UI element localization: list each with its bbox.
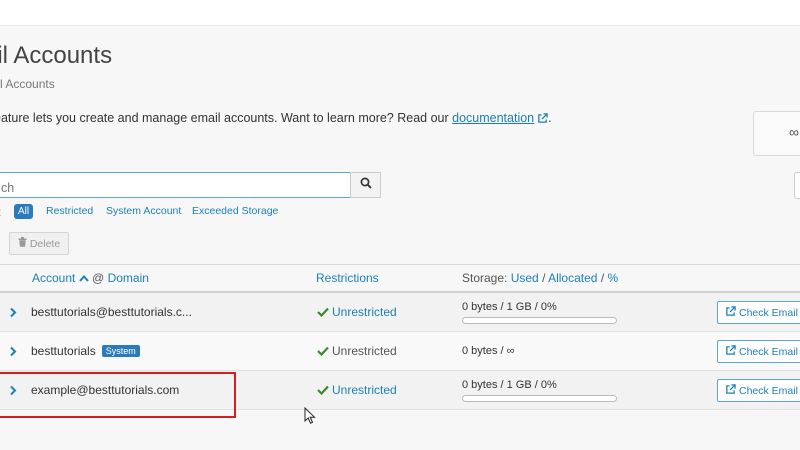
check-email-button[interactable]: Check Email [717, 340, 800, 363]
check-email-label: Check Email [739, 306, 798, 319]
storage-progress-bar [462, 395, 617, 402]
check-email-label: Check Email [739, 384, 798, 397]
restriction-link[interactable]: Unrestricted [332, 305, 397, 319]
restriction-status[interactable]: Unrestricted [317, 383, 397, 398]
system-badge: System [101, 345, 140, 357]
filter-label: : [0, 205, 1, 219]
external-link-icon [725, 305, 736, 320]
highlight-box [0, 372, 236, 418]
search-icon [360, 176, 372, 194]
account-name-text: besttutorials [31, 344, 96, 358]
account-name: besttutorials@besttutorials.c... [31, 305, 192, 319]
storage-percent-link[interactable]: % [608, 271, 619, 285]
storage-value: 0 bytes / 1 GB / 0% [462, 301, 557, 313]
page-description: eature lets you create and manage email … [0, 111, 552, 127]
restriction-status: Unrestricted [317, 344, 397, 359]
filter-system-account[interactable]: System Account [106, 205, 181, 217]
restriction-text: Unrestricted [332, 344, 397, 358]
account-sort-link[interactable]: Account [32, 271, 75, 285]
account-name: besttutorials System [31, 344, 140, 358]
top-bar [0, 0, 800, 26]
check-email-button[interactable]: Check Email [717, 379, 800, 402]
check-icon [317, 345, 329, 359]
column-storage: Storage: Used / Allocated / % [462, 271, 618, 285]
cursor-icon [304, 406, 316, 430]
check-icon [317, 384, 329, 398]
description-text: eature lets you create and manage email … [0, 111, 453, 125]
storage-progress-bar [462, 317, 617, 324]
storage-used-link[interactable]: Used [511, 271, 539, 285]
column-restrictions[interactable]: Restrictions [316, 271, 379, 285]
table-row: besttutorials System Unrestricted 0 bytes… [0, 332, 800, 371]
description-suffix: . [548, 111, 552, 125]
side-control[interactable] [794, 172, 800, 199]
domain-sort-link[interactable]: Domain [108, 271, 149, 285]
search-input[interactable] [0, 172, 351, 198]
table-header: Account @ Domain Restrictions Storage: U… [0, 264, 800, 293]
external-link-icon [725, 344, 736, 359]
trash-icon [18, 237, 27, 250]
stats-card[interactable]: ∞ [753, 111, 800, 156]
filter-restricted[interactable]: Restricted [46, 205, 93, 217]
chevron-right-icon[interactable] [9, 305, 17, 323]
storage-separator: / [600, 271, 605, 285]
filter-exceeded-storage[interactable]: Exceeded Storage [192, 205, 278, 217]
storage-label: Storage: [462, 271, 508, 285]
delete-button[interactable]: Delete [9, 232, 69, 255]
column-account[interactable]: Account @ Domain [32, 271, 149, 285]
search-button[interactable] [350, 172, 381, 198]
external-link-icon [725, 383, 736, 398]
storage-value: 0 bytes / ∞ [462, 345, 515, 357]
restriction-link[interactable]: Unrestricted [332, 383, 397, 397]
chevron-right-icon[interactable] [9, 344, 17, 362]
check-email-label: Check Email [739, 345, 798, 358]
filter-all[interactable]: All [14, 204, 34, 219]
delete-label: Delete [29, 237, 61, 250]
storage-value: 0 bytes / 1 GB / 0% [462, 379, 557, 391]
storage-allocated-link[interactable]: Allocated [548, 271, 597, 285]
storage-separator: / [542, 271, 546, 285]
check-email-button[interactable]: Check Email [717, 301, 800, 324]
documentation-link[interactable]: documentation [452, 111, 534, 125]
infinity-value: ∞ [789, 124, 799, 140]
table-row: besttutorials@besttutorials.c... Unrestr… [0, 293, 800, 332]
external-link-icon [537, 113, 548, 127]
sort-up-icon[interactable] [78, 271, 89, 285]
at-separator: @ [92, 271, 105, 285]
restriction-status[interactable]: Unrestricted [317, 305, 397, 320]
breadcrumb: nail Accounts [0, 77, 55, 91]
page-title: ail Accounts [0, 42, 113, 69]
check-icon [317, 306, 329, 320]
